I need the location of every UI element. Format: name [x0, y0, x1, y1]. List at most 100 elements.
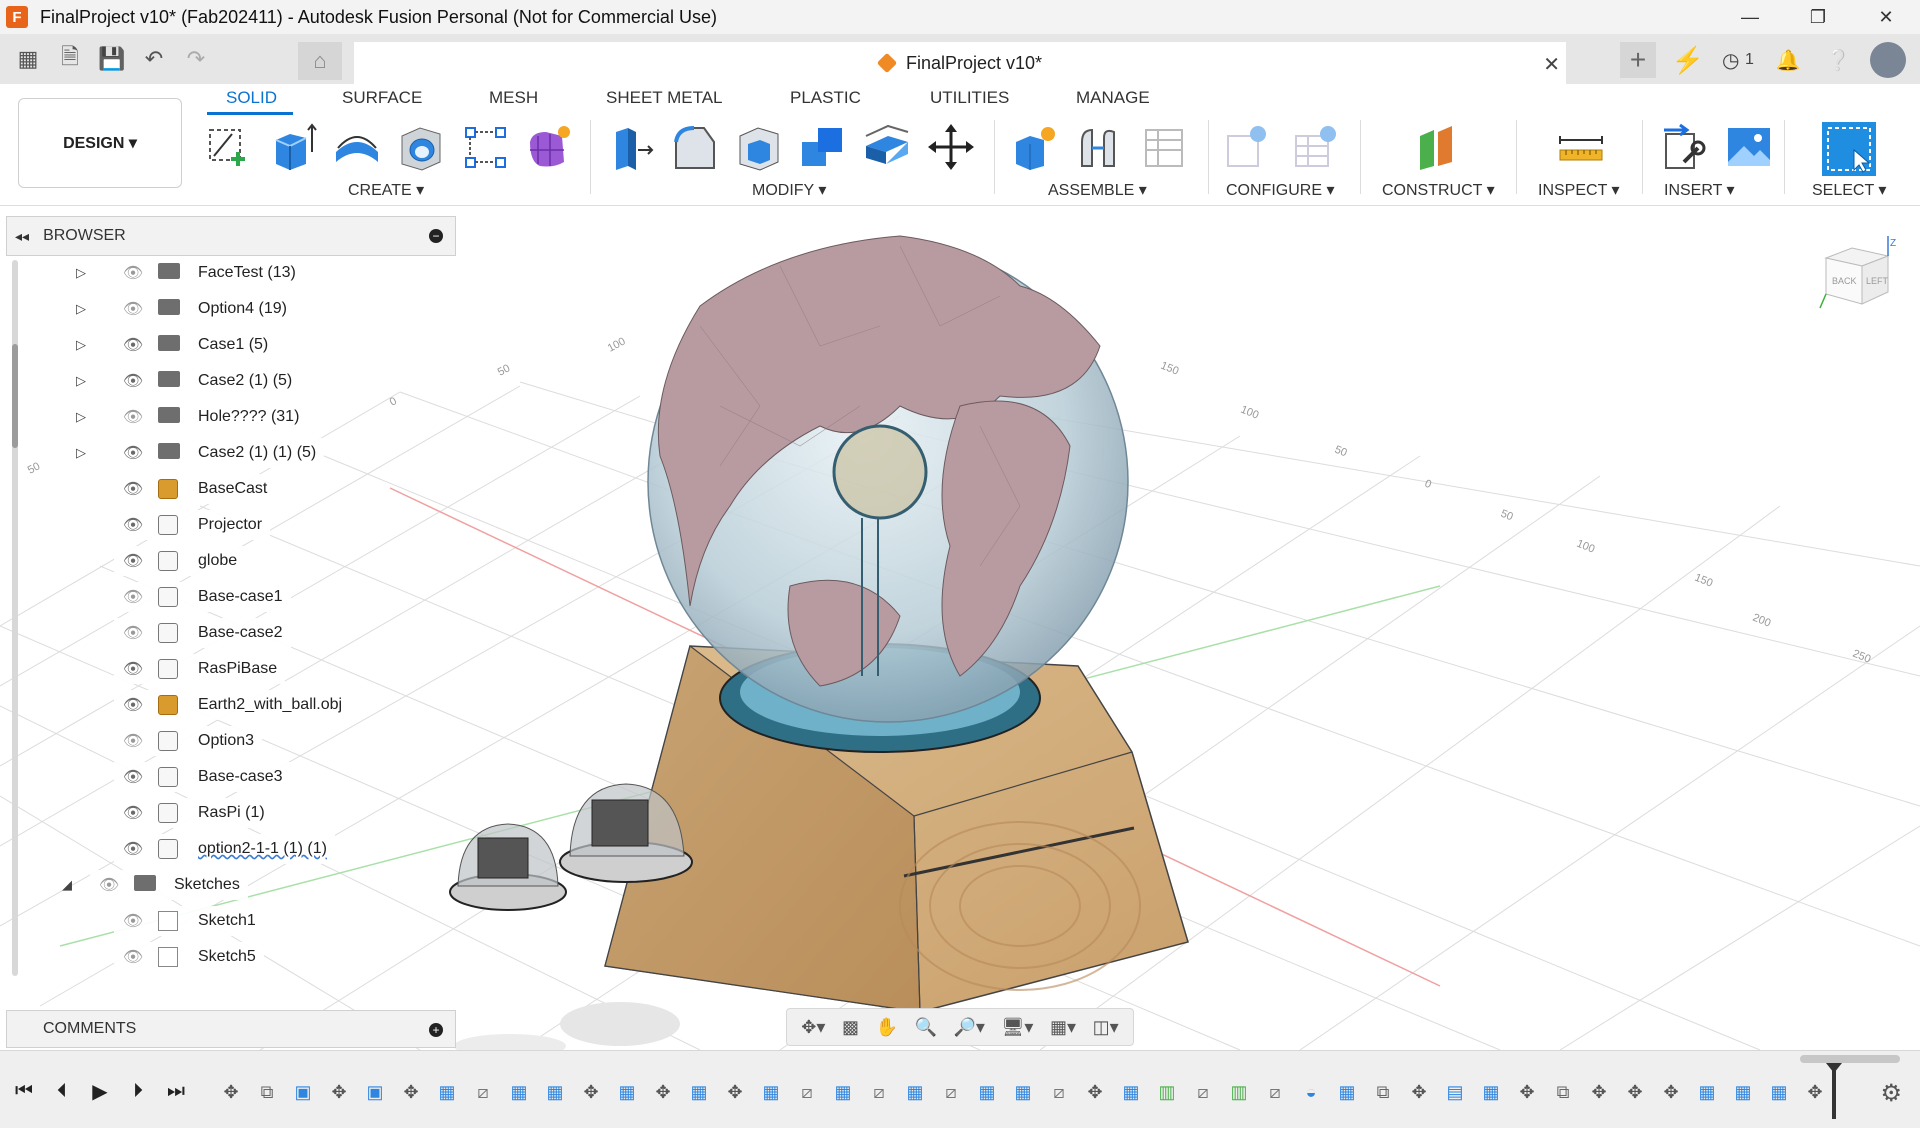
timeline-feature-icon[interactable]: ▦ [686, 1079, 712, 1105]
minimize-browser-button[interactable]: − [429, 229, 443, 243]
tab-mesh[interactable]: MESH [489, 88, 538, 108]
timeline-prev-button[interactable]: ⏴ [48, 1077, 76, 1105]
eye-icon[interactable]: 👁 [118, 335, 148, 355]
pattern-tool[interactable] [460, 122, 510, 172]
home-button[interactable]: ⌂ [298, 42, 342, 80]
collapse-arrow-icon[interactable]: ◢ [62, 877, 76, 893]
timeline-feature-icon[interactable]: ✥ [1802, 1079, 1828, 1105]
new-component-tool[interactable] [1010, 122, 1060, 172]
timeline-feature-icon[interactable]: ▥ [1154, 1079, 1180, 1105]
insert-group-label[interactable]: INSERT ▾ [1664, 180, 1735, 200]
timeline-feature-icon[interactable]: ✥ [398, 1079, 424, 1105]
revolve-tool[interactable] [332, 122, 382, 172]
eye-hidden-icon[interactable]: 👁 [118, 731, 148, 751]
eye-icon[interactable]: 👁 [118, 839, 148, 859]
select-tool[interactable] [1822, 122, 1876, 176]
timeline-feature-icon[interactable]: ⧄ [1262, 1079, 1288, 1105]
tab-manage[interactable]: MANAGE [1076, 88, 1150, 108]
timeline-feature-icon[interactable]: ▦ [830, 1079, 856, 1105]
timeline-feature-icon[interactable]: ▦ [902, 1079, 928, 1105]
data-panel-button[interactable]: ▦ [10, 42, 46, 76]
timeline-feature-icon[interactable]: ▦ [542, 1079, 568, 1105]
timeline-feature-icon[interactable]: ✥ [578, 1079, 604, 1105]
timeline-feature-icon[interactable]: ⧉ [1550, 1079, 1576, 1105]
shell-tool[interactable] [734, 122, 784, 172]
browser-node[interactable]: 👁 Sketch5 [114, 942, 264, 972]
extensions-button[interactable]: ⚡ [1670, 42, 1706, 78]
timeline-feature-icon[interactable]: ✥ [650, 1079, 676, 1105]
expand-arrow-icon[interactable]: ▷ [76, 265, 90, 281]
orbit-button[interactable]: ✥▾ [801, 1017, 825, 1038]
view-cube-left[interactable]: LEFT [1866, 276, 1889, 286]
browser-node[interactable]: 👁 Base-case1 [114, 582, 291, 612]
timeline-feature-icon[interactable]: ▦ [1334, 1079, 1360, 1105]
browser-node[interactable]: ▷ 👁 Case2 (1) (1) (5) [76, 438, 325, 468]
timeline-settings-button[interactable]: ⚙ [1880, 1079, 1902, 1108]
modify-group-label[interactable]: MODIFY ▾ [752, 180, 826, 200]
select-group-label[interactable]: SELECT ▾ [1812, 180, 1886, 200]
assemble-group-label[interactable]: ASSEMBLE ▾ [1048, 180, 1147, 200]
file-menu-button[interactable]: 🗎 [52, 42, 88, 76]
save-button[interactable]: 💾 [94, 42, 130, 76]
globe[interactable] [647, 235, 1129, 723]
document-tab[interactable]: FinalProject v10* ✕ [354, 42, 1566, 84]
timeline-feature-icon[interactable]: ▦ [506, 1079, 532, 1105]
eye-icon[interactable]: 👁 [118, 515, 148, 535]
configuration-table-tool[interactable] [1290, 122, 1340, 172]
tab-solid[interactable]: SOLID [226, 88, 277, 108]
timeline-feature-icon[interactable]: ◒ [1298, 1079, 1324, 1105]
tab-utilities[interactable]: UTILITIES [930, 88, 1009, 108]
timeline-feature-icon[interactable]: ⧄ [1046, 1079, 1072, 1105]
tab-surface[interactable]: SURFACE [342, 88, 422, 108]
add-comment-button[interactable]: + [429, 1023, 443, 1037]
redo-button[interactable]: ↷ [178, 42, 214, 76]
browser-scrollbar-thumb[interactable] [12, 344, 18, 448]
browser-node[interactable]: ▷ 👁 FaceTest (13) [76, 258, 304, 288]
press-pull-tool[interactable] [606, 122, 656, 172]
document-tab-close[interactable]: ✕ [1543, 52, 1560, 77]
timeline-feature-icon[interactable]: ▦ [1766, 1079, 1792, 1105]
close-window-button[interactable]: ✕ [1852, 0, 1920, 34]
timeline-feature-icon[interactable]: ⧄ [866, 1079, 892, 1105]
eye-icon[interactable]: 👁 [118, 659, 148, 679]
hole-tool[interactable] [396, 122, 446, 172]
bill-of-materials-tool[interactable] [1138, 122, 1188, 172]
construct-plane-tool[interactable] [1414, 122, 1464, 172]
eye-hidden-icon[interactable]: 👁 [118, 299, 148, 319]
viewports-button[interactable]: ◫▾ [1093, 1017, 1119, 1038]
grid-settings-button[interactable]: ▦▾ [1050, 1017, 1076, 1038]
timeline-feature-icon[interactable]: ▥ [1226, 1079, 1252, 1105]
browser-node[interactable]: 👁 option2-1-1 (1) (1) [114, 834, 335, 864]
timeline-feature-icon[interactable]: ✥ [326, 1079, 352, 1105]
joint-tool[interactable] [1074, 122, 1124, 172]
browser-node[interactable]: 👁 Base-case3 [114, 762, 291, 792]
timeline-feature-icon[interactable]: ⧉ [254, 1079, 280, 1105]
expand-arrow-icon[interactable]: ▷ [76, 337, 90, 353]
timeline-feature-icon[interactable]: ✥ [1658, 1079, 1684, 1105]
timeline-feature-icon[interactable]: ⧉ [1370, 1079, 1396, 1105]
timeline-feature-icon[interactable]: ▦ [1730, 1079, 1756, 1105]
eye-icon[interactable]: 👁 [118, 695, 148, 715]
create-form-tool[interactable] [524, 122, 574, 172]
timeline-play-button[interactable]: ▶ [86, 1077, 114, 1105]
timeline-feature-icon[interactable]: ▣ [290, 1079, 316, 1105]
expand-arrow-icon[interactable]: ▷ [76, 373, 90, 389]
browser-node[interactable]: ▷ 👁 Case1 (5) [76, 330, 277, 360]
eye-icon[interactable]: 👁 [118, 803, 148, 823]
comments-panel-header[interactable]: COMMENTS + [6, 1010, 456, 1048]
move-copy-tool[interactable] [926, 122, 976, 172]
eye-hidden-icon[interactable]: 👁 [118, 587, 148, 607]
eye-hidden-icon[interactable]: 👁 [118, 911, 148, 931]
restore-button[interactable]: ❐ [1784, 0, 1852, 34]
view-cube-back[interactable]: BACK [1832, 276, 1857, 286]
timeline-first-button[interactable]: ⏮ [10, 1077, 38, 1105]
timeline-feature-icon[interactable]: ✥ [1586, 1079, 1612, 1105]
eye-icon[interactable]: 👁 [118, 767, 148, 787]
pan-button[interactable]: ✋ [876, 1017, 898, 1038]
timeline-feature-icon[interactable]: ▤ [1442, 1079, 1468, 1105]
fillet-tool[interactable] [670, 122, 720, 172]
extrude-tool[interactable] [268, 122, 318, 172]
create-sketch-tool[interactable] [204, 122, 254, 172]
job-status-button[interactable]: ◷ 1 [1720, 42, 1756, 78]
zoom-button[interactable]: 🔍 [915, 1017, 937, 1038]
